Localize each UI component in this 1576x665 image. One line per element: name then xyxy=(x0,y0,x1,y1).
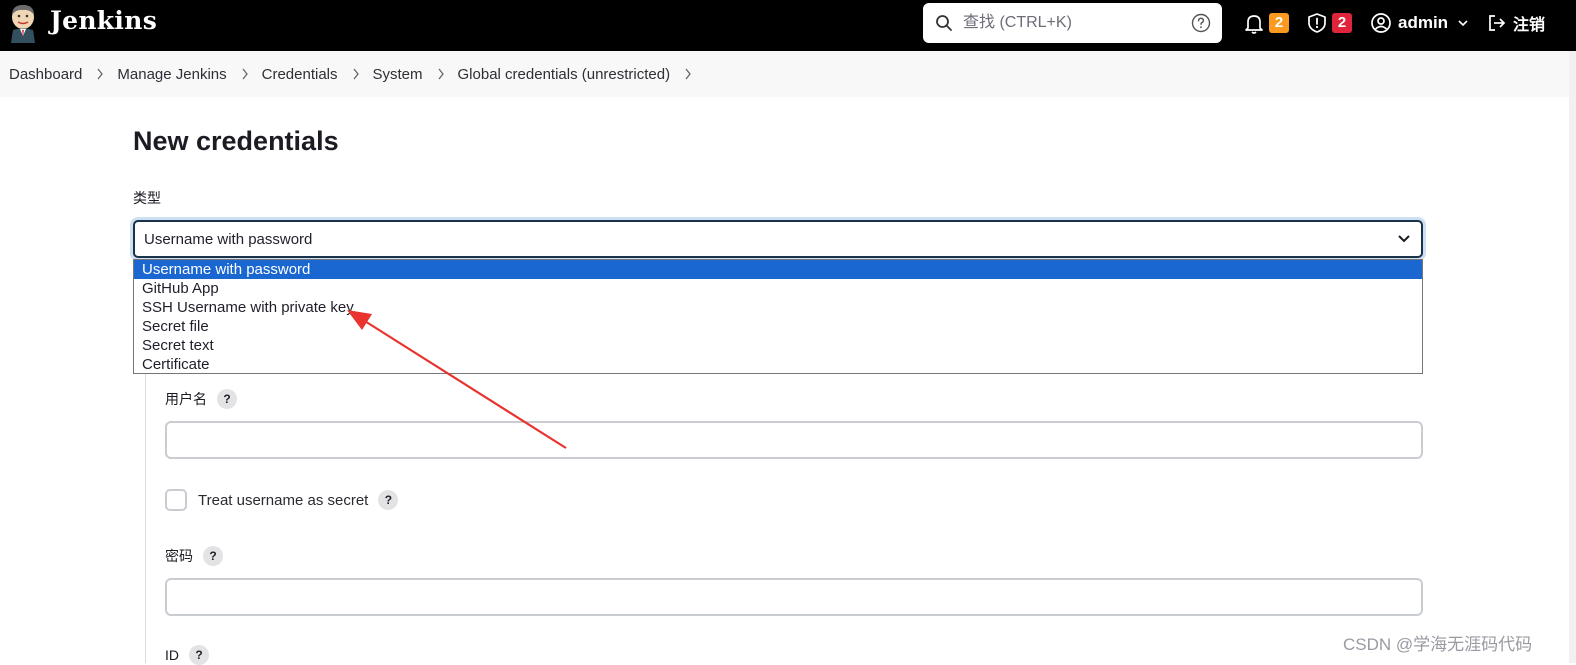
credential-type-dropdown: Username with password GitHub App SSH Us… xyxy=(133,259,1423,374)
username-help-button[interactable]: ? xyxy=(217,389,237,409)
breadcrumb-manage-jenkins[interactable]: Manage Jenkins xyxy=(117,66,226,83)
user-name: admin xyxy=(1398,13,1449,32)
page-scrollbar[interactable] xyxy=(1569,51,1576,663)
logout-label: 注销 xyxy=(1513,17,1546,34)
jenkins-logo-link[interactable] xyxy=(6,3,40,43)
option-username-with-password[interactable]: Username with password xyxy=(134,260,1422,279)
option-github-app[interactable]: GitHub App xyxy=(134,279,1422,298)
search-box[interactable] xyxy=(923,3,1222,43)
chevron-right-icon xyxy=(242,68,248,80)
chevron-right-icon xyxy=(352,68,359,80)
chevron-down-icon xyxy=(1398,235,1410,243)
chevron-right-icon xyxy=(438,68,444,80)
breadcrumb-system[interactable]: System xyxy=(373,66,423,83)
username-input[interactable] xyxy=(165,421,1423,459)
notifications-button[interactable]: 2 xyxy=(1243,8,1289,38)
username-label-row: 用户名 ? xyxy=(165,389,237,409)
password-label-row: 密码 ? xyxy=(165,546,223,566)
password-label: 密码 xyxy=(165,548,193,564)
username-label: 用户名 xyxy=(165,391,207,407)
search-input[interactable] xyxy=(963,3,1183,43)
security-badge: 2 xyxy=(1332,13,1352,33)
chevron-down-icon xyxy=(1458,20,1468,27)
password-help-button[interactable]: ? xyxy=(203,546,223,566)
bell-icon xyxy=(1245,15,1263,34)
option-ssh-username-private-key[interactable]: SSH Username with private key xyxy=(134,298,1422,317)
credential-type-selected-value: Username with password xyxy=(144,231,313,248)
chevron-right-icon xyxy=(97,68,104,80)
option-certificate[interactable]: Certificate xyxy=(134,355,1422,374)
option-secret-file[interactable]: Secret file xyxy=(134,317,1422,336)
user-menu[interactable]: admin xyxy=(1370,8,1469,38)
breadcrumb-dashboard[interactable]: Dashboard xyxy=(9,66,82,83)
notifications-badge: 2 xyxy=(1269,13,1289,33)
breadcrumb-credentials[interactable]: Credentials xyxy=(262,66,338,83)
user-circle-icon xyxy=(1371,13,1391,33)
top-header: Jenkins 2 2 admin xyxy=(0,0,1576,51)
chevron-right-icon[interactable] xyxy=(684,68,692,80)
type-label: 类型 xyxy=(133,190,161,206)
id-label-row: ID ? xyxy=(165,645,209,665)
jenkins-logo-icon xyxy=(11,5,35,43)
breadcrumb-bar: Dashboard Manage Jenkins Credentials Sys… xyxy=(0,51,1576,97)
security-button[interactable]: 2 xyxy=(1306,8,1352,38)
watermark: CSDN @学海无涯码代码 xyxy=(1343,635,1533,654)
breadcrumb: Dashboard Manage Jenkins Credentials Sys… xyxy=(9,51,705,97)
treat-username-secret-label[interactable]: Treat username as secret xyxy=(198,492,368,509)
help-circle-icon[interactable] xyxy=(1191,13,1211,33)
treat-username-secret-row: Treat username as secret ? xyxy=(198,490,399,510)
section-divider xyxy=(145,374,146,663)
id-label: ID xyxy=(165,647,179,663)
search-icon xyxy=(936,15,952,31)
credential-type-select[interactable]: Username with password xyxy=(133,220,1423,258)
brand-name[interactable]: Jenkins xyxy=(50,6,157,35)
treat-username-secret-checkbox[interactable] xyxy=(165,489,187,511)
password-input[interactable] xyxy=(165,578,1423,616)
treat-username-secret-help-button[interactable]: ? xyxy=(378,490,399,510)
page-title: New credentials xyxy=(133,126,339,156)
id-help-button[interactable]: ? xyxy=(189,645,209,665)
breadcrumb-global-credentials[interactable]: Global credentials (unrestricted) xyxy=(458,66,671,83)
logout-button[interactable]: 注销 xyxy=(1487,8,1545,38)
option-secret-text[interactable]: Secret text xyxy=(134,336,1422,355)
logout-icon xyxy=(1489,15,1506,31)
shield-icon xyxy=(1308,13,1326,33)
